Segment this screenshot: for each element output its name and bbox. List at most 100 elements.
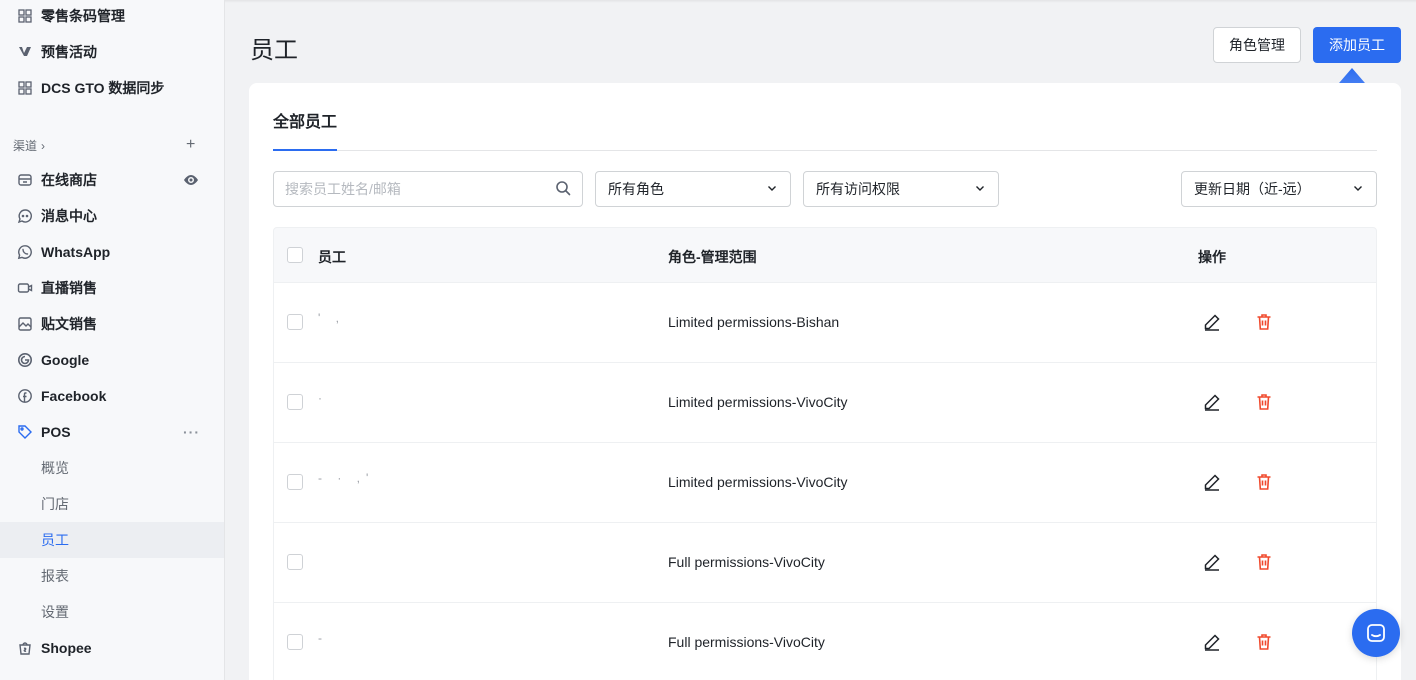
chevron-down-icon — [974, 181, 986, 197]
employee-name: ' , — [318, 311, 345, 325]
store-icon — [16, 171, 34, 189]
chevron-right-icon: › — [41, 138, 46, 153]
shopee-icon — [16, 639, 34, 657]
add-employee-button[interactable]: 添加员工 — [1313, 27, 1401, 63]
sidebar-item-post-sales[interactable]: 贴文销售 — [0, 306, 224, 342]
sidebar-item-label: POS — [41, 424, 71, 440]
search-icon[interactable] — [555, 180, 571, 199]
sidebar-item-whatsapp[interactable]: WhatsApp — [0, 234, 224, 270]
search-box[interactable] — [273, 171, 583, 207]
employee-name: - — [318, 631, 328, 645]
page-title: 员工 — [250, 37, 298, 64]
sidebar-item-label: Google — [41, 352, 90, 368]
live-icon — [16, 279, 34, 297]
column-actions: 操作 — [1198, 249, 1226, 265]
sort-select[interactable]: 更新日期（近-远） — [1181, 171, 1377, 207]
role-filter-value: 所有角色 — [608, 181, 664, 197]
channels-section-label[interactable]: 渠道 › — [13, 137, 45, 154]
sidebar-sub-stores[interactable]: 门店 — [0, 486, 224, 522]
eye-icon[interactable] — [182, 171, 200, 189]
access-filter-select[interactable]: 所有访问权限 — [803, 171, 999, 207]
table-row: · Limited permissions-VivoCity — [273, 363, 1377, 443]
sidebar-item-presale[interactable]: 预售活动 — [0, 34, 224, 70]
employee-name: - · ,' — [318, 471, 375, 485]
sidebar-item-label: DCS GTO 数据同步 — [41, 80, 165, 96]
grid-icon — [16, 7, 34, 25]
sidebar-sub-overview[interactable]: 概览 — [0, 450, 224, 486]
sidebar-item-label: 零售条码管理 — [41, 8, 125, 24]
edit-icon[interactable] — [1202, 312, 1222, 332]
column-employee: 员工 — [318, 249, 346, 265]
sidebar-item-label: 消息中心 — [41, 208, 97, 224]
sidebar-item-facebook[interactable]: Facebook — [0, 378, 224, 414]
employee-role: Limited permissions-Bishan — [668, 314, 840, 330]
delete-icon[interactable] — [1254, 392, 1274, 412]
sidebar-item-label: WhatsApp — [41, 244, 111, 260]
sidebar-item-online-store[interactable]: 在线商店 — [0, 162, 224, 198]
sidebar-item-shopee[interactable]: Shopee — [0, 630, 224, 666]
sidebar-item-live-sales[interactable]: 直播销售 — [0, 270, 224, 306]
more-icon[interactable]: ··· — [183, 424, 200, 440]
edit-icon[interactable] — [1202, 552, 1222, 572]
table-row: Full permissions-VivoCity — [273, 523, 1377, 603]
sort-value: 更新日期（近-远） — [1194, 181, 1311, 197]
row-checkbox[interactable] — [287, 314, 303, 330]
sidebar-sub-reports[interactable]: 报表 — [0, 558, 224, 594]
section-label-text: 渠道 — [13, 139, 38, 153]
employee-role: Full permissions-VivoCity — [668, 554, 825, 570]
edit-icon[interactable] — [1202, 632, 1222, 652]
chevron-down-icon — [766, 181, 778, 197]
tab-all-employees[interactable]: 全部员工 — [273, 108, 337, 132]
table-header: 员工 角色-管理范围 操作 — [273, 227, 1377, 283]
employee-role: Limited permissions-VivoCity — [668, 474, 848, 490]
presale-icon — [16, 43, 34, 61]
sidebar-item-dcs[interactable]: DCS GTO 数据同步 — [0, 70, 224, 106]
row-checkbox[interactable] — [287, 554, 303, 570]
delete-icon[interactable] — [1254, 472, 1274, 492]
delete-icon[interactable] — [1254, 552, 1274, 572]
chat-icon — [1367, 624, 1385, 642]
sidebar-item-barcode[interactable]: 零售条码管理 — [0, 0, 224, 34]
add-channel-button[interactable]: + — [186, 137, 195, 153]
edit-icon[interactable] — [1202, 472, 1222, 492]
tab-divider — [273, 150, 1377, 151]
employee-card: 全部员工 所有角色 所有访问权限 更新日期（近-远） 员工 角色-管理范围 操作… — [249, 83, 1401, 680]
delete-icon[interactable] — [1254, 632, 1274, 652]
access-filter-value: 所有访问权限 — [816, 181, 900, 197]
sidebar-item-label: Facebook — [41, 388, 107, 404]
top-shadow — [225, 0, 1416, 3]
select-all-checkbox[interactable] — [287, 247, 303, 263]
row-checkbox[interactable] — [287, 394, 303, 410]
employee-name: · — [318, 391, 328, 405]
facebook-icon — [16, 387, 34, 405]
role-management-button[interactable]: 角色管理 — [1213, 27, 1301, 63]
sidebar-item-label: 直播销售 — [41, 280, 97, 296]
role-filter-select[interactable]: 所有角色 — [595, 171, 791, 207]
table-row: ' , Limited permissions-Bishan — [273, 283, 1377, 363]
sidebar: 零售条码管理 预售活动 DCS GTO 数据同步 渠道 › + 在线商店 消息中… — [0, 0, 225, 680]
sidebar-item-label: 在线商店 — [41, 172, 97, 188]
employee-role: Full permissions-VivoCity — [668, 634, 825, 650]
table-row: - Full permissions-VivoCity — [273, 603, 1377, 680]
row-checkbox[interactable] — [287, 474, 303, 490]
sidebar-item-message-center[interactable]: 消息中心 — [0, 198, 224, 234]
grid-icon — [16, 79, 34, 97]
row-checkbox[interactable] — [287, 634, 303, 650]
sidebar-sub-settings[interactable]: 设置 — [0, 594, 224, 630]
message-icon — [16, 207, 34, 225]
edit-icon[interactable] — [1202, 392, 1222, 412]
table-row: - · ,' Limited permissions-VivoCity — [273, 443, 1377, 523]
delete-icon[interactable] — [1254, 312, 1274, 332]
sidebar-item-google[interactable]: Google — [0, 342, 224, 378]
employee-role: Limited permissions-VivoCity — [668, 394, 848, 410]
sidebar-item-label: 预售活动 — [41, 44, 97, 60]
column-role: 角色-管理范围 — [668, 249, 757, 265]
pos-tag-icon — [16, 423, 34, 441]
sidebar-item-pos[interactable]: POS ··· — [0, 414, 224, 450]
sidebar-item-label: Shopee — [41, 640, 92, 656]
chat-support-button[interactable] — [1352, 609, 1400, 657]
google-icon — [16, 351, 34, 369]
search-input[interactable] — [285, 181, 555, 197]
employee-table: 员工 角色-管理范围 操作 ' , Limited permissions-Bi… — [273, 227, 1377, 680]
sidebar-sub-employees[interactable]: 员工 — [0, 522, 224, 558]
